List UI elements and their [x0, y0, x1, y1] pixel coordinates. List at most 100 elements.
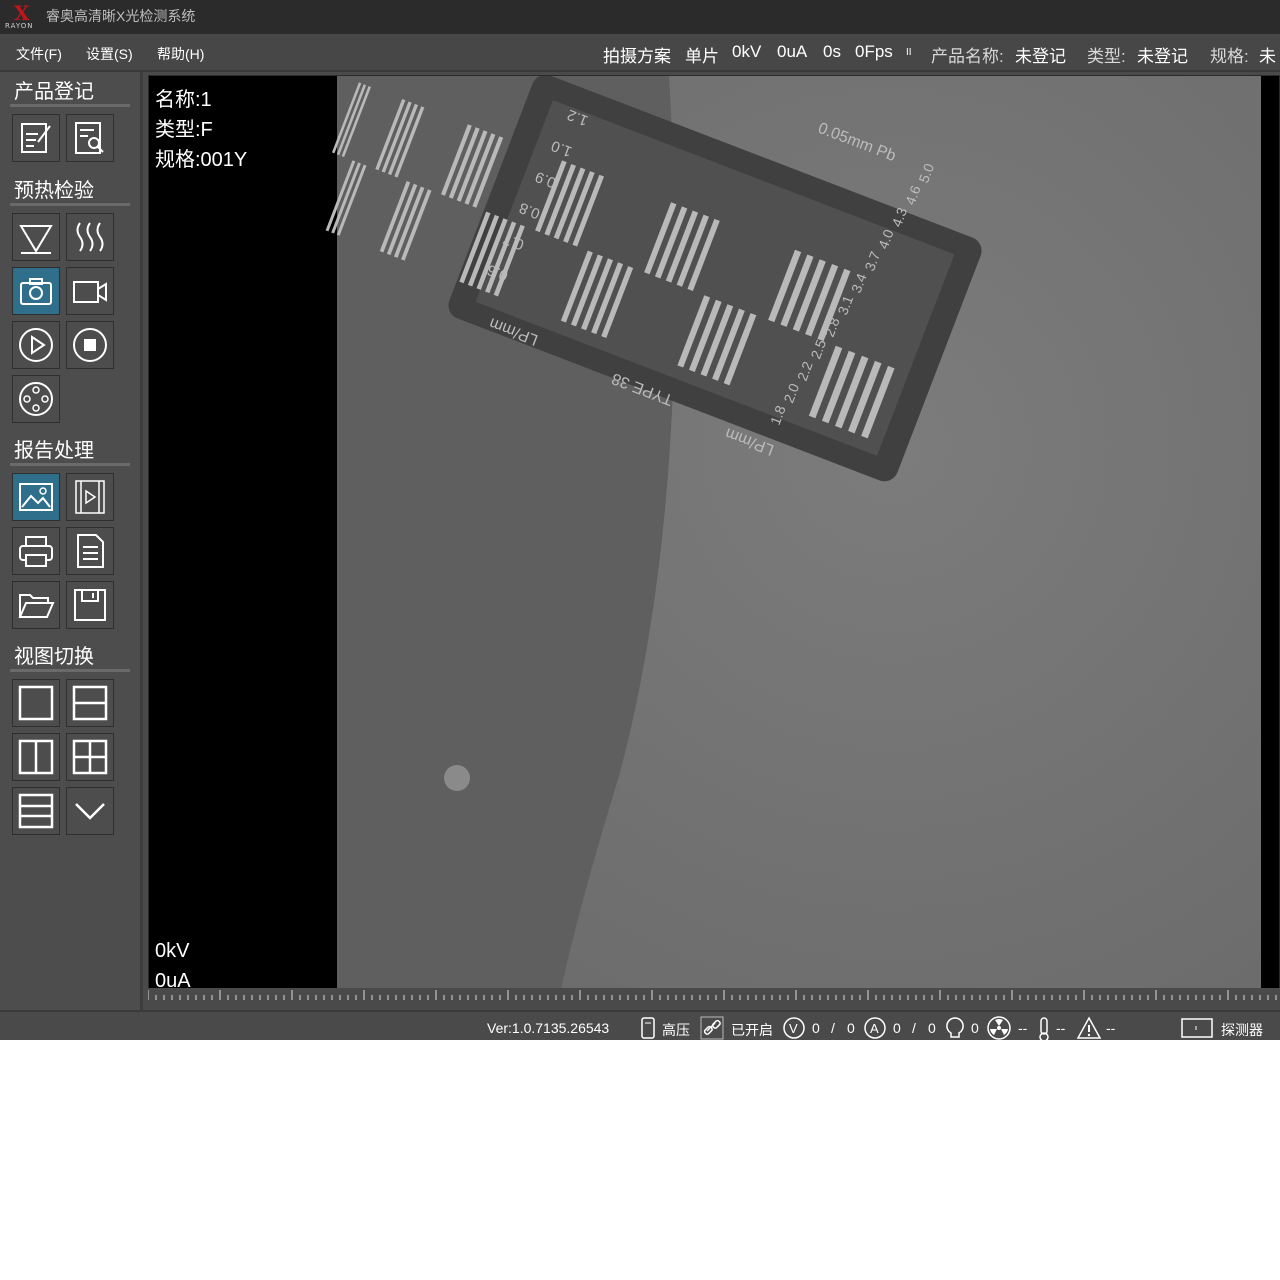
hv-label: 高压 [662, 1022, 690, 1038]
overlay-name: 名称:1 [155, 89, 212, 111]
film-reel-button[interactable] [12, 375, 60, 423]
product-name-label: 产品名称: [931, 47, 1004, 66]
horizontal-split-icon [72, 685, 108, 721]
current-icon: A [864, 1017, 886, 1039]
video-camera-icon [73, 281, 107, 303]
voltage-current: 0 [812, 1020, 820, 1036]
voltage-set: 0 [847, 1020, 855, 1036]
tool-sidebar: 产品登记 预热检验 报告处理 视图切换 [0, 72, 143, 1010]
more-layouts-button[interactable] [66, 787, 114, 835]
pixel-ruler [148, 988, 1280, 1000]
thermometer-icon [1039, 1017, 1049, 1040]
current-value: 0 [893, 1020, 901, 1036]
section-title-preheat: 预热检验 [14, 180, 94, 202]
warning-icon [1076, 1016, 1102, 1039]
heat-icon [76, 222, 104, 252]
fps-value: 0Fps [855, 42, 893, 61]
voltage-sep: / [831, 1020, 835, 1036]
play-button[interactable] [12, 321, 60, 369]
section-title-view: 视图切换 [14, 646, 94, 668]
spec-value: 未 [1259, 47, 1276, 66]
voltage-icon: V [783, 1017, 805, 1039]
current-set: 0 [928, 1020, 936, 1036]
menu-file[interactable]: 文件(F) [16, 44, 62, 64]
lamp-value: 0 [971, 1020, 979, 1036]
layout-horizontal-split-button[interactable] [66, 679, 114, 727]
svg-text:V: V [789, 1021, 798, 1036]
title-bar: X RAYON 睿奥高清晰X光检测系统 [0, 0, 1280, 34]
radiation-icon [987, 1016, 1011, 1040]
pause-icon[interactable]: II [906, 47, 912, 58]
register-product-button[interactable] [12, 114, 60, 162]
layout-single-button[interactable] [12, 679, 60, 727]
image-view-button[interactable] [12, 473, 60, 521]
edit-document-icon [21, 123, 51, 153]
section-title-report: 报告处理 [14, 440, 94, 462]
report-document-button[interactable] [66, 527, 114, 575]
spec-label: 规格: [1210, 47, 1249, 66]
detector-label: 探测器 [1221, 1022, 1263, 1038]
three-rows-icon [18, 793, 54, 829]
section-divider [10, 203, 130, 206]
product-name-value: 未登记 [1015, 47, 1066, 66]
layout-quad-button[interactable] [66, 733, 114, 781]
preheat-button[interactable] [66, 213, 114, 261]
kv-value: 0kV [732, 42, 762, 61]
film-reel-icon [19, 382, 53, 416]
save-button[interactable] [66, 581, 114, 629]
record-video-button[interactable] [66, 267, 114, 315]
bottom-status-bar: Ver:1.0.7135.26543 高压 已开启 V 0 / 0 A 0 / … [0, 1010, 1280, 1040]
temperature-value: -- [1056, 1020, 1066, 1036]
open-folder-button[interactable] [12, 581, 60, 629]
section-divider [10, 104, 130, 107]
overlay-spec: 规格:001Y [155, 149, 248, 171]
link-icon [700, 1016, 724, 1040]
print-button[interactable] [12, 527, 60, 575]
xray-image-viewer[interactable]: 0.6 0.7 0.8 0.9 1.0 1.2 1.8 2.0 2.2 2.5 2.8 3.1 3.4 3… [148, 75, 1280, 997]
detector-icon [1181, 1018, 1213, 1038]
folder-open-icon [18, 594, 55, 618]
ua-value: 0uA [777, 42, 808, 61]
floppy-disk-icon [74, 589, 106, 621]
film-strip-icon [75, 480, 105, 514]
camera-icon [20, 278, 52, 305]
menu-settings[interactable]: 设置(S) [86, 44, 133, 64]
search-product-button[interactable] [66, 114, 114, 162]
ruler-background [148, 988, 1280, 1000]
version-text: Ver:1.0.7135.26543 [487, 1020, 610, 1036]
rayon-logo: X RAYON [4, 2, 38, 32]
application-window: X RAYON 睿奥高清晰X光检测系统 文件(F) 设置(S) 帮助(H) 拍摄… [0, 0, 1280, 1040]
layout-vertical-split-button[interactable] [12, 733, 60, 781]
section-title-registration: 产品登记 [14, 81, 94, 103]
image-icon [19, 483, 53, 511]
lamp-icon [946, 1017, 964, 1038]
hv-icon [641, 1017, 655, 1039]
mode-value: 单片 [685, 47, 719, 66]
scheme-label[interactable]: 拍摄方案 [603, 42, 671, 67]
xray-image: 0.60.70.80.91.01.21.82.02.22.52.83.13.43… [325, 76, 1261, 996]
play-icon [19, 328, 53, 362]
overlay-kv: 0kV [155, 940, 190, 962]
section-divider [10, 669, 130, 672]
warning-value: -- [1106, 1020, 1116, 1036]
printer-icon [19, 536, 53, 567]
link-status: 已开启 [731, 1022, 773, 1038]
type-value: 未登记 [1137, 47, 1188, 66]
quad-grid-icon [72, 739, 108, 775]
layout-rows-button[interactable] [12, 787, 60, 835]
video-report-button[interactable] [66, 473, 114, 521]
capture-photo-button[interactable] [12, 267, 60, 315]
trigger-button[interactable] [12, 213, 60, 261]
section-divider [10, 463, 130, 466]
chevron-down-icon [75, 803, 105, 820]
stop-button[interactable] [66, 321, 114, 369]
svg-text:A: A [870, 1021, 879, 1036]
menu-help[interactable]: 帮助(H) [157, 44, 204, 64]
single-pane-icon [18, 685, 54, 721]
stop-icon [73, 328, 107, 362]
current-sep: / [912, 1020, 916, 1036]
document-icon [77, 534, 104, 568]
overlay-type: 类型:F [155, 119, 213, 141]
logo-word: RAYON [5, 22, 34, 30]
type-label: 类型: [1087, 47, 1126, 66]
